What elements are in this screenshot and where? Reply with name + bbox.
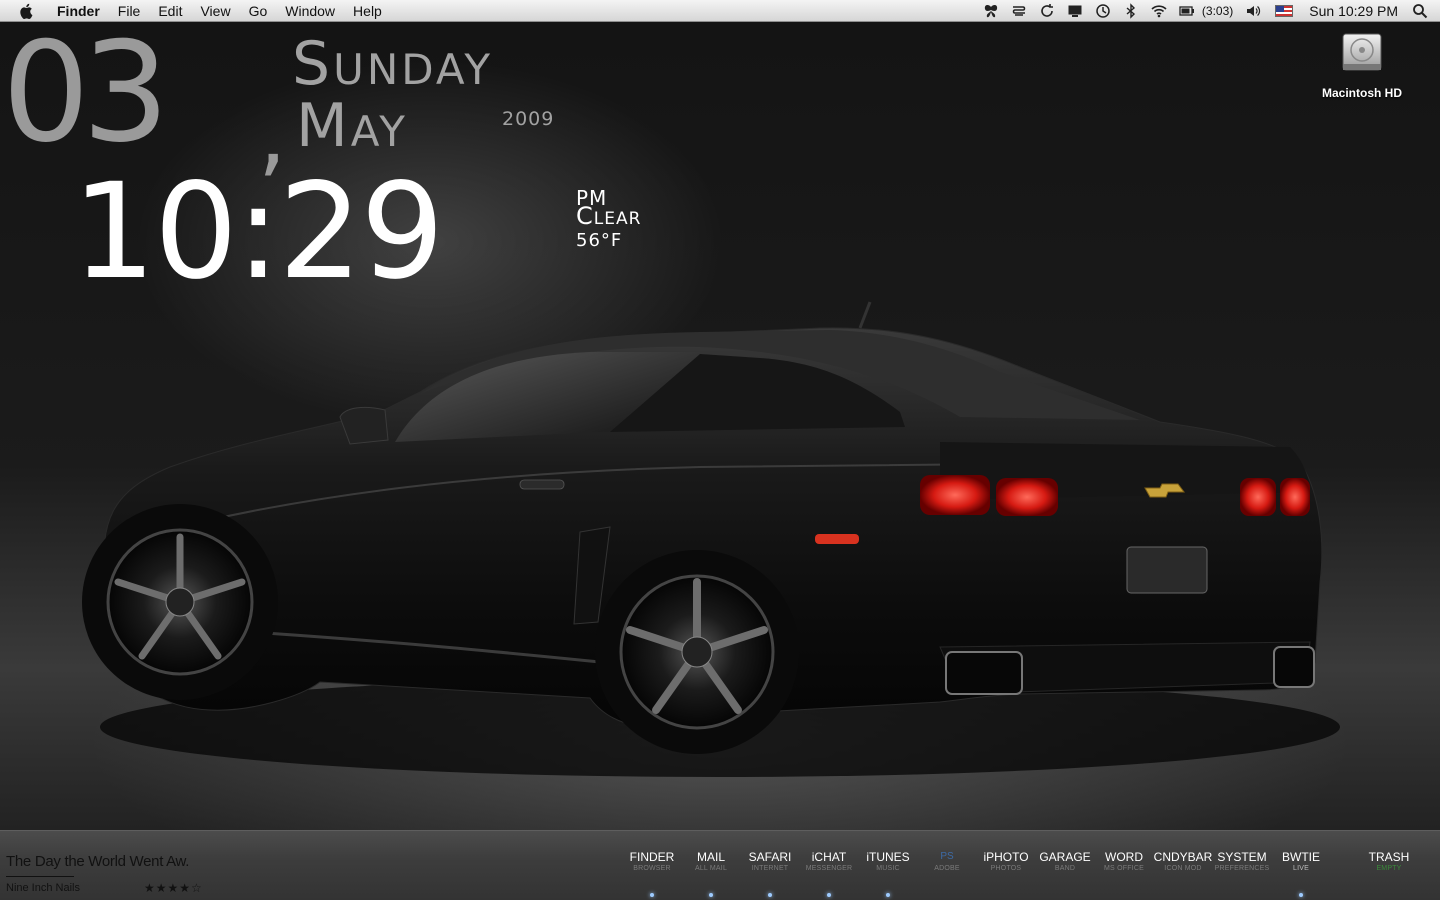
- dock-item-label: iTUNES: [866, 850, 910, 864]
- menu-window[interactable]: Window: [276, 0, 344, 22]
- dock-item-label: WORD: [1105, 850, 1143, 864]
- dock-item-label: SYSTEM: [1217, 850, 1267, 864]
- dock-item-mail[interactable]: MAIL ALL MAIL: [680, 850, 742, 897]
- butterfly-icon[interactable]: [980, 0, 1002, 22]
- dock-item-itunes[interactable]: iTUNES MUSIC: [857, 850, 919, 897]
- car-illustration: [82, 301, 1340, 777]
- menu-extras: (3:03) Sun 10:29 PM: [977, 0, 1440, 22]
- macintosh-hd-desktop-icon[interactable]: Macintosh HD: [1316, 30, 1408, 100]
- us-flag-icon[interactable]: [1275, 5, 1294, 17]
- sync-icon[interactable]: [1036, 0, 1058, 22]
- dock-item-label: BWTIE: [1282, 850, 1320, 864]
- dock-item-label: PS: [940, 851, 954, 862]
- date-month: May: [296, 91, 408, 161]
- dock-item-system-preferences[interactable]: SYSTEM PREFERENCES: [1211, 850, 1273, 874]
- dock-item-ichat[interactable]: iCHAT MESSENGER: [798, 850, 860, 897]
- running-indicator: [709, 893, 713, 897]
- dock-item-bowtie[interactable]: BWTIE LIVE: [1270, 850, 1332, 897]
- dock-item-sublabel: MS OFFICE: [1104, 865, 1144, 872]
- dock-item-word[interactable]: WORD MS OFFICE: [1093, 850, 1155, 874]
- dock-item-garageband[interactable]: GARAGE BAND: [1034, 850, 1096, 874]
- spotlight-icon[interactable]: [1412, 3, 1428, 19]
- date-year: 2009: [502, 108, 555, 130]
- dock-item-label: MAIL: [696, 850, 725, 864]
- scripts-icon[interactable]: [1008, 0, 1030, 22]
- dock-item-sublabel: BROWSER: [633, 865, 671, 872]
- weather-temperature: 56°F: [576, 230, 623, 251]
- dock-item-sublabel: BAND: [1054, 865, 1076, 872]
- display-icon[interactable]: [1064, 0, 1086, 22]
- now-playing-artist: Nine Inch Nails: [6, 882, 80, 894]
- dock-item-label: iCHAT: [811, 850, 847, 864]
- dock-item-photoshop[interactable]: PS ADOBE: [916, 850, 978, 874]
- dock-bar: The Day the World Went Aw. Nine Inch Nai…: [0, 830, 1440, 900]
- volume-icon[interactable]: [1242, 0, 1264, 22]
- battery-time[interactable]: (3:03): [1202, 4, 1233, 18]
- dock-item-iphoto[interactable]: iPHOTO PHOTOS: [975, 850, 1037, 874]
- menu-go[interactable]: Go: [240, 0, 277, 22]
- running-indicator: [827, 893, 831, 897]
- running-indicator: [1299, 893, 1303, 897]
- dock-item-sublabel: LIVE: [1293, 865, 1309, 872]
- clock-time: 10:29: [72, 155, 444, 309]
- dock-item-label: FINDER: [629, 850, 675, 864]
- dock-item-sublabel: INTERNET: [751, 865, 789, 872]
- dock-item-label: iPHOTO: [983, 850, 1029, 864]
- dock-item-sublabel: ALL MAIL: [694, 865, 728, 872]
- dock-item-sublabel: ADOBE: [934, 865, 960, 872]
- dock-item-sublabel: PREFERENCES: [1214, 865, 1270, 872]
- now-playing-rating[interactable]: ★★★★☆: [144, 881, 203, 895]
- dock-item-sublabel: MUSIC: [876, 865, 900, 872]
- bluetooth-icon[interactable]: [1120, 0, 1142, 22]
- macintosh-hd-label: Macintosh HD: [1321, 86, 1402, 100]
- dock-item-label: TRASH: [1368, 850, 1410, 864]
- date-weekday: Sunday: [292, 29, 493, 99]
- hard-drive-icon: [1342, 33, 1382, 71]
- desktop-wallpaper: [0, 22, 1440, 830]
- menu-clock[interactable]: Sun 10:29 PM: [1309, 3, 1398, 19]
- running-indicator: [768, 893, 772, 897]
- dock-item-safari[interactable]: SAFARI INTERNET: [739, 850, 801, 897]
- running-indicator: [650, 893, 654, 897]
- dock-item-finder[interactable]: FINDER BROWSER: [621, 850, 683, 897]
- dock-item-candybar[interactable]: CNDYBAR ICON MOD: [1152, 850, 1214, 874]
- menu-view[interactable]: View: [191, 0, 239, 22]
- menu-help[interactable]: Help: [344, 0, 391, 22]
- dock-item-label: SAFARI: [748, 850, 792, 864]
- dock-item-trash[interactable]: TRASH EMPTY: [1358, 850, 1420, 874]
- dock-item-label: GARAGE: [1039, 850, 1091, 864]
- dock-item-sublabel: PHOTOS: [990, 865, 1022, 872]
- menu-bar: Finder File Edit View Go Window Help (3:…: [0, 0, 1440, 22]
- battery-icon[interactable]: [1176, 0, 1198, 22]
- running-indicator: [886, 893, 890, 897]
- dock-item-label: CNDYBAR: [1153, 850, 1213, 864]
- dock-item-sublabel: MESSENGER: [805, 865, 853, 872]
- now-playing-title[interactable]: The Day the World Went Aw.: [6, 853, 189, 870]
- dock-item-sublabel: ICON MOD: [1164, 865, 1202, 872]
- wifi-icon[interactable]: [1148, 0, 1170, 22]
- time-machine-icon[interactable]: [1092, 0, 1114, 22]
- weather-condition: Clear: [576, 202, 642, 230]
- now-playing-divider: [6, 876, 74, 877]
- dock-item-sublabel: EMPTY: [1376, 865, 1402, 872]
- date-day-number: 03: [2, 12, 170, 173]
